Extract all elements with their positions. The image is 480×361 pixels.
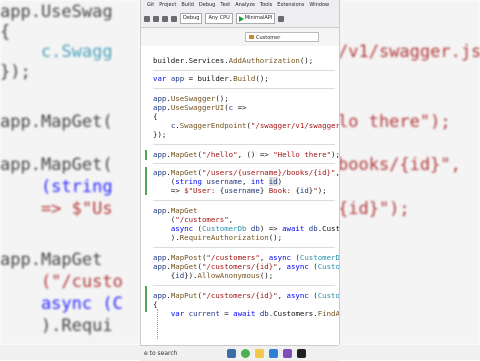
menu-build[interactable]: Build	[181, 2, 194, 8]
code-line: });	[153, 130, 167, 139]
code-line: app.MapGet("/hello", () => "Hello there"…	[153, 150, 340, 159]
bg-line: async (C	[0, 294, 123, 314]
menu-test[interactable]: Test	[220, 2, 230, 8]
separator	[153, 285, 335, 286]
code-line: => $"User: {username} Book: {id}");	[153, 186, 327, 195]
code-line: builder.Services.AddAuthorization();	[153, 56, 314, 65]
bg-line: c.Swagg	[0, 42, 113, 62]
bg-line: ).Requi	[0, 316, 113, 336]
menu-git[interactable]: Git	[147, 2, 154, 8]
platform-select[interactable]: Any CPU	[205, 13, 233, 24]
task-view-icon[interactable]	[227, 349, 236, 358]
menu-tools[interactable]: Tools	[260, 2, 272, 8]
separator	[153, 88, 335, 89]
menu-analyze[interactable]: Analyze	[235, 2, 255, 8]
code-line: app.UseSwaggerUI(c =>	[153, 103, 247, 112]
separator	[153, 163, 335, 164]
code-line: c.SwaggerEndpoint("/swagger/v1/swagger.j…	[170, 121, 340, 130]
taskbar-search[interactable]: e to search	[140, 350, 222, 357]
bg-line: app.MapGet(	[0, 155, 113, 175]
separator	[153, 144, 335, 145]
code-line: app.MapGet("/customers/{id}", async (Cus…	[153, 262, 340, 271]
background-code-left: app.UseSwag { c.Swagg }); app.MapGet( ap…	[0, 0, 140, 345]
forward-icon[interactable]	[153, 15, 159, 22]
bg-line: app.MapGet(	[0, 112, 113, 132]
class-dropdown[interactable]: Customer	[245, 32, 319, 42]
bg-line: app.MapGet	[0, 250, 103, 270]
code-line: app.MapPost("/customers", async (Custome…	[153, 253, 340, 262]
run-button[interactable]: MinimalAPI	[235, 13, 276, 24]
class-dropdown-label: Customer	[256, 35, 281, 41]
menu-extensions[interactable]: Extensions	[277, 2, 304, 8]
bg-line: {	[0, 22, 11, 42]
separator	[153, 247, 335, 248]
undo-icon[interactable]	[171, 15, 177, 22]
bg-line: /v1/swagger.js	[338, 42, 480, 62]
configuration-select[interactable]: Debug	[180, 13, 203, 24]
bg-line: ("/custo	[0, 272, 123, 292]
taskbar: e to search	[140, 345, 338, 361]
change-marker	[145, 150, 147, 160]
separator	[153, 70, 335, 71]
change-marker	[145, 167, 147, 195]
bg-line: });	[0, 62, 31, 82]
code-line: async (CustomerDb db) => await db.Custom	[170, 224, 340, 233]
code-line: {	[153, 300, 158, 309]
github-icon[interactable]	[297, 349, 306, 358]
code-line: var current = await db.Customers.FindAsy…	[170, 309, 340, 318]
code-line: app.UseSwagger();	[153, 94, 229, 103]
save-icon[interactable]	[162, 15, 168, 22]
bg-line: books/{id}",	[338, 155, 461, 175]
code-line: app.MapPut("/customers/{id}", async (Cus…	[153, 291, 340, 300]
debug-options-icon[interactable]	[278, 15, 285, 22]
play-icon	[238, 15, 244, 22]
change-marker	[145, 286, 147, 312]
code-line: {	[153, 112, 158, 121]
run-target-label: MinimalAPI	[244, 15, 273, 21]
class-icon	[249, 35, 254, 39]
edge-icon[interactable]	[269, 349, 278, 358]
bg-line: lo there");	[338, 112, 451, 132]
menu-bar: Git Project Build Debug Test Analyze Too…	[141, 0, 339, 10]
background-code-right: /v1/swagger.js lo there"); books/{id}", …	[338, 0, 480, 345]
menu-window[interactable]: Window	[309, 2, 329, 8]
code-line: (string username, int id)	[153, 177, 283, 186]
chrome-icon[interactable]	[241, 349, 250, 358]
back-icon[interactable]	[144, 15, 150, 22]
bg-line: {id}");	[338, 199, 410, 219]
visual-studio-icon[interactable]	[283, 349, 292, 358]
code-line: {id}).AllowAnonymous();	[153, 271, 274, 280]
visual-studio-window: Git Project Build Debug Test Analyze Too…	[140, 0, 340, 345]
menu-debug[interactable]: Debug	[199, 2, 215, 8]
file-explorer-icon[interactable]	[255, 349, 264, 358]
code-line: ("/customers",	[153, 215, 234, 224]
code-line: app.MapGet	[153, 206, 198, 215]
bg-line: (string	[0, 177, 113, 197]
code-line: app.MapGet("/users/{username}/books/{id}…	[153, 168, 340, 177]
code-line: var app = builder.Build();	[153, 74, 269, 83]
menu-project[interactable]: Project	[159, 2, 176, 8]
separator	[153, 200, 335, 201]
code-editor[interactable]: builder.Services.AddAuthorization(); var…	[141, 46, 339, 345]
toolbar: Debug Any CPU MinimalAPI	[141, 10, 339, 28]
bg-line: => $"Us	[0, 199, 113, 219]
navigation-bar: Customer	[141, 28, 339, 47]
indent-guide	[157, 309, 158, 339]
search-placeholder: e to search	[144, 350, 178, 357]
code-line: ).RequireAuthorization();	[153, 233, 283, 242]
bg-line: app.UseSwag	[0, 2, 113, 22]
